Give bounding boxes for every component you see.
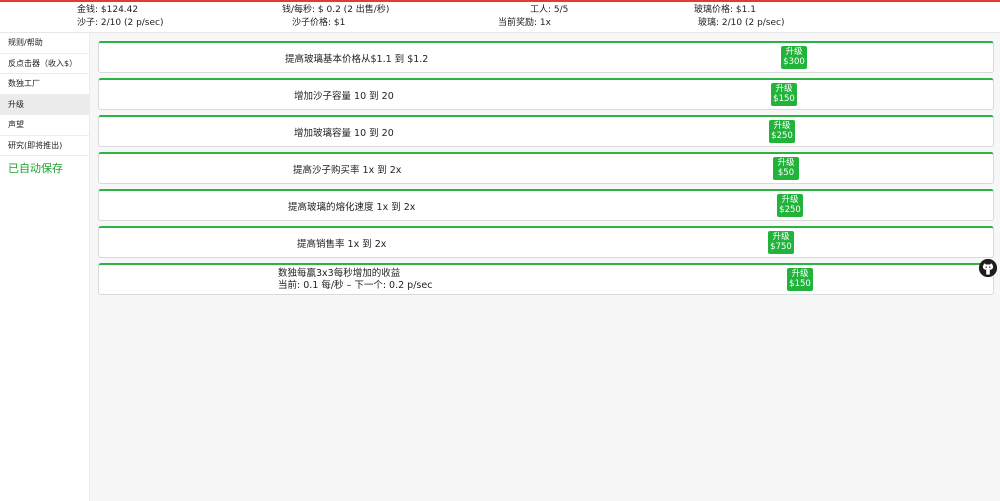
upgrade-button-label: 升级 (781, 195, 799, 205)
upgrades-panel: 提高玻璃基本价格从$1.1 到 $1.2 升级 $300 增加沙子容量 10 到… (90, 33, 1000, 501)
sidebar-item-rules-help[interactable]: 规则/帮助 (0, 33, 89, 54)
upgrade-button-label: 升级 (773, 121, 791, 131)
upgrade-button[interactable]: 升级 $750 (768, 231, 794, 254)
github-icon-glyph (979, 259, 997, 277)
upgrade-button[interactable]: 升级 $250 (769, 120, 795, 143)
upgrade-card: 提高玻璃的熔化速度 1x 到 2x 升级 $250 (98, 189, 994, 221)
sidebar-item-research[interactable]: 研究(即将推出) (0, 136, 89, 156)
upgrade-button-price: $50 (777, 168, 795, 178)
upgrade-card: 数独每赢3x3每秒增加的收益 当前: 0.1 每/秒 – 下一个: 0.2 p/… (98, 263, 994, 295)
sidebar-item-anti-clicker[interactable]: 反点击器（收入$） (0, 54, 89, 74)
upgrade-title: 提高销售率 1x 到 2x (297, 238, 387, 250)
upgrade-button-price: $750 (770, 242, 792, 252)
upgrade-text-block: 数独每赢3x3每秒增加的收益 当前: 0.1 每/秒 – 下一个: 0.2 p/… (278, 265, 432, 294)
autosave-status: 已自动保存 (8, 162, 63, 175)
current-bonus-stat: 当前奖励: 1x (498, 18, 551, 28)
upgrade-button-label: 升级 (785, 47, 803, 57)
upgrade-button[interactable]: 升级 $300 (781, 46, 807, 69)
upgrade-button-price: $250 (779, 205, 801, 215)
upgrade-button-label: 升级 (791, 269, 809, 279)
glass-price-stat: 玻璃价格: $1.1 (694, 5, 756, 15)
sidebar: 规则/帮助 反点击器（收入$） 数独工厂 升级 声望 研究(即将推出) 已自动保… (0, 33, 90, 501)
upgrade-card: 提高玻璃基本价格从$1.1 到 $1.2 升级 $300 (98, 41, 994, 73)
upgrade-title: 提高玻璃基本价格从$1.1 到 $1.2 (285, 53, 429, 65)
upgrade-button[interactable]: 升级 $150 (771, 83, 797, 106)
sidebar-item-prestige[interactable]: 声望 (0, 115, 89, 136)
workers-stat: 工人: 5/5 (530, 5, 569, 15)
sand-stat: 沙子: 2/10 (2 p/sec) (77, 18, 164, 28)
upgrade-button-price: $150 (789, 279, 811, 289)
money-per-second-stat: 钱/每秒: $ 0.2 (2 出售/秒) (282, 5, 390, 15)
sidebar-item-sudoku-factory[interactable]: 数独工厂 (0, 74, 89, 95)
upgrade-card: 增加玻璃容量 10 到 20 升级 $250 (98, 115, 994, 147)
stats-bar: 金钱: $124.42 钱/每秒: $ 0.2 (2 出售/秒) 工人: 5/5… (0, 2, 1000, 33)
upgrade-card: 增加沙子容量 10 到 20 升级 $150 (98, 78, 994, 110)
upgrade-title: 提高玻璃的熔化速度 1x 到 2x (288, 201, 416, 213)
github-icon[interactable] (979, 259, 997, 277)
upgrade-button-label: 升级 (777, 158, 795, 168)
upgrade-button-label: 升级 (772, 232, 790, 242)
upgrade-button[interactable]: 升级 $250 (777, 194, 803, 217)
money-stat: 金钱: $124.42 (77, 5, 139, 15)
upgrade-button[interactable]: 升级 $150 (787, 268, 813, 291)
upgrade-card: 提高销售率 1x 到 2x 升级 $750 (98, 226, 994, 258)
upgrade-title: 数独每赢3x3每秒增加的收益 (278, 267, 401, 279)
upgrade-button-price: $150 (773, 94, 795, 104)
sand-price-stat: 沙子价格: $1 (292, 18, 346, 28)
glass-stat: 玻璃: 2/10 (2 p/sec) (698, 18, 785, 28)
upgrade-card: 提高沙子购买率 1x 到 2x 升级 $50 (98, 152, 994, 184)
upgrade-button[interactable]: 升级 $50 (773, 157, 799, 180)
sidebar-item-upgrades[interactable]: 升级 (0, 94, 89, 115)
upgrade-button-price: $300 (783, 57, 805, 67)
upgrade-button-label: 升级 (775, 84, 793, 94)
upgrade-title: 提高沙子购买率 1x 到 2x (293, 164, 402, 176)
upgrade-title: 增加玻璃容量 10 到 20 (294, 127, 394, 139)
upgrade-subtitle: 当前: 0.1 每/秒 – 下一个: 0.2 p/sec (278, 279, 433, 291)
upgrade-button-price: $250 (771, 131, 793, 141)
upgrade-title: 增加沙子容量 10 到 20 (294, 90, 394, 102)
